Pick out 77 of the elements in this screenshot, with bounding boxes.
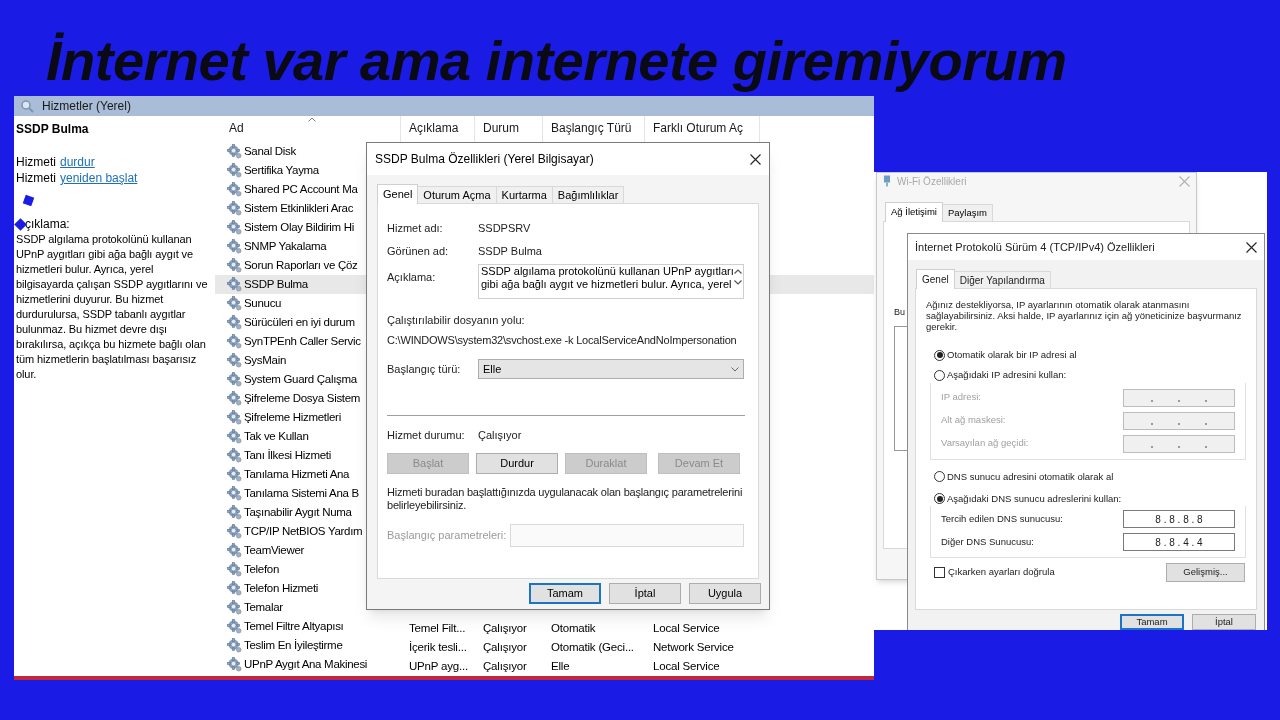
table-cell: UPnP ayg... bbox=[409, 659, 468, 672]
table-cell: Local Service bbox=[653, 621, 720, 634]
table-cell: Otomatik (Geci... bbox=[551, 640, 634, 653]
window-title: Hizmetler (Yerel) bbox=[42, 98, 131, 115]
hint-text: Hizmeti buradan başlattığınızda uygulanacak olan başlangıç parametrelerini belirleyebilirsiniz. bbox=[387, 486, 744, 512]
checkbox-label: Çıkarken ayarları doğrula bbox=[948, 565, 1055, 580]
field-label: Açıklama: bbox=[387, 270, 437, 285]
field-value: Çalışıyor bbox=[478, 427, 522, 443]
radio-label: Aşağıdaki IP adresini kullan: bbox=[947, 368, 1067, 383]
table-cell: Temel Filt... bbox=[409, 621, 466, 634]
table-cell: Çalışıyor bbox=[483, 621, 527, 634]
field-label: Başlangıç türü: bbox=[387, 361, 462, 377]
intro-text: Ağınız destekliyorsa, IP ayarlarının otomatik olarak atanmasını sağlayabilirsiniz. Aksi halde, IP ayarlarınız için ağ yöneticinize başvurmanız gerekir. bbox=[926, 299, 1243, 332]
description-line: SSDP algılama protokolünü kullanan UPnP aygıtları bbox=[481, 265, 734, 277]
table-cell: Çalışıyor bbox=[483, 659, 527, 672]
service-name: UPnP Aygıt Ana Makinesi bbox=[244, 656, 368, 672]
section-label: Bu bbox=[894, 306, 905, 319]
field-label: Görünen ad: bbox=[387, 243, 450, 259]
service-title: SSDP Bulma bbox=[16, 122, 90, 137]
service-name: Şifreleme Hizmetleri bbox=[244, 409, 341, 425]
headline: İnternet var ama internete giremiyorum bbox=[46, 28, 1067, 94]
table-cell: Elle bbox=[551, 659, 570, 672]
service-name: Tanılama Hizmeti Ana bbox=[244, 466, 350, 482]
radio-label: DNS sunucu adresini otomatik olarak al bbox=[947, 469, 1114, 484]
dialog-title: İnternet Protokolü Sürüm 4 (TCP/IPv4) Özellikleri bbox=[915, 239, 1155, 255]
field-label: Çalıştırılabilir dosyanın yolu: bbox=[387, 313, 526, 328]
field-value: SSDP Bulma bbox=[478, 243, 542, 259]
service-name: SNMP Yakalama bbox=[244, 238, 327, 254]
dialog-title: SSDP Bulma Özellikleri (Yerel Bilgisayar) bbox=[375, 151, 594, 168]
service-name: Sertifika Yayma bbox=[244, 162, 319, 178]
field-label: Başlangıç parametreleri: bbox=[387, 528, 508, 544]
table-cell: İçerik tesli... bbox=[409, 640, 467, 653]
description-text: SSDP algılama protokolünü kullanan UPnP aygıtları gibi ağa bağlı aygıt ve hizmetleri bulur. Ayrıca, yerel bilgisayarda çalışan SSDP aygıtlarını ve hizmetlerini duyurur. Bu hizmet durdurulursa, SSDP tabanlı aygıtlar bulunmaz. Bu hizmet devre dışı bırakılırsa, açıkça bu hizmete bağlı olan tüm hizmetlerin başlatılması başarısız olur. bbox=[16, 232, 209, 382]
table-cell: Network Service bbox=[653, 640, 734, 653]
service-name: Sanal Disk bbox=[244, 143, 296, 159]
service-name: Tanılama Sistemi Ana B bbox=[244, 485, 359, 501]
service-name: Temalar bbox=[244, 599, 283, 615]
service-name: SysMain bbox=[244, 352, 286, 368]
action-text: Hizmeti bbox=[16, 171, 56, 186]
service-name: Sorun Raporları ve Çöz bbox=[244, 257, 358, 273]
field-label: Diğer DNS Sunucusu: bbox=[941, 534, 1034, 549]
table-cell: Local Service bbox=[653, 659, 720, 672]
service-name: TeamViewer bbox=[244, 542, 305, 558]
service-name: SynTPEnh Caller Servic bbox=[244, 333, 361, 349]
service-name: Sunucu bbox=[244, 295, 282, 311]
service-name: Temel Filtre Altyapısı bbox=[244, 618, 344, 634]
field-label: IP adresi: bbox=[941, 390, 981, 405]
table-cell: Çalışıyor bbox=[483, 640, 527, 653]
path-text: C:\WINDOWS\system32\svchost.exe -k LocalServiceAndNoImpersonation bbox=[387, 332, 738, 348]
service-name: Tak ve Kullan bbox=[244, 428, 309, 444]
service-name: SSDP Bulma bbox=[244, 276, 308, 292]
field-label: Varsayılan ağ geçidi: bbox=[941, 436, 1029, 451]
service-name: Sistem Olay Bildirim Hi bbox=[244, 219, 355, 235]
service-name: Telefon bbox=[244, 561, 279, 577]
window-title: Wi-Fi Özellikleri bbox=[897, 174, 967, 189]
service-name: System Guard Çalışma bbox=[244, 371, 357, 387]
dropdown-value: Elle bbox=[483, 361, 502, 377]
service-name: Teslim En İyileştirme bbox=[244, 637, 343, 653]
field-label: Alt ağ maskesi: bbox=[941, 413, 1006, 428]
table-cell: Otomatik bbox=[551, 621, 596, 634]
radio-label: Otomatik olarak bir IP adresi al bbox=[947, 348, 1077, 362]
action-text: Hizmeti bbox=[16, 155, 56, 170]
field-label: Hizmet adı: bbox=[387, 220, 444, 236]
service-name: Telefon Hizmeti bbox=[244, 580, 319, 596]
description-label: çıklama: bbox=[25, 217, 70, 232]
field-label: Tercih edilen DNS sunucusu: bbox=[941, 511, 1063, 526]
service-name: Tanı İlkesi Hizmeti bbox=[244, 447, 331, 463]
service-name: TCP/IP NetBIOS Yardım bbox=[244, 523, 363, 539]
service-name: Shared PC Account Ma bbox=[244, 181, 358, 197]
field-value: SSDPSRV bbox=[478, 220, 531, 236]
service-name: Taşınabilir Aygıt Numa bbox=[244, 504, 352, 520]
service-name: Sistem Etkinlikleri Arac bbox=[244, 200, 354, 216]
radio-label: Aşağıdaki DNS sunucu adreslerini kullan: bbox=[947, 491, 1122, 506]
description-line: gibi ağa bağlı aygıt ve hizmetleri bulur. Ayrıca, yerel bbox=[481, 278, 732, 290]
field-label: Hizmet durumu: bbox=[387, 427, 466, 443]
service-name: Sürücüleri en iyi durum bbox=[244, 314, 355, 330]
service-name: Şifreleme Dosya Sistem bbox=[244, 390, 361, 406]
